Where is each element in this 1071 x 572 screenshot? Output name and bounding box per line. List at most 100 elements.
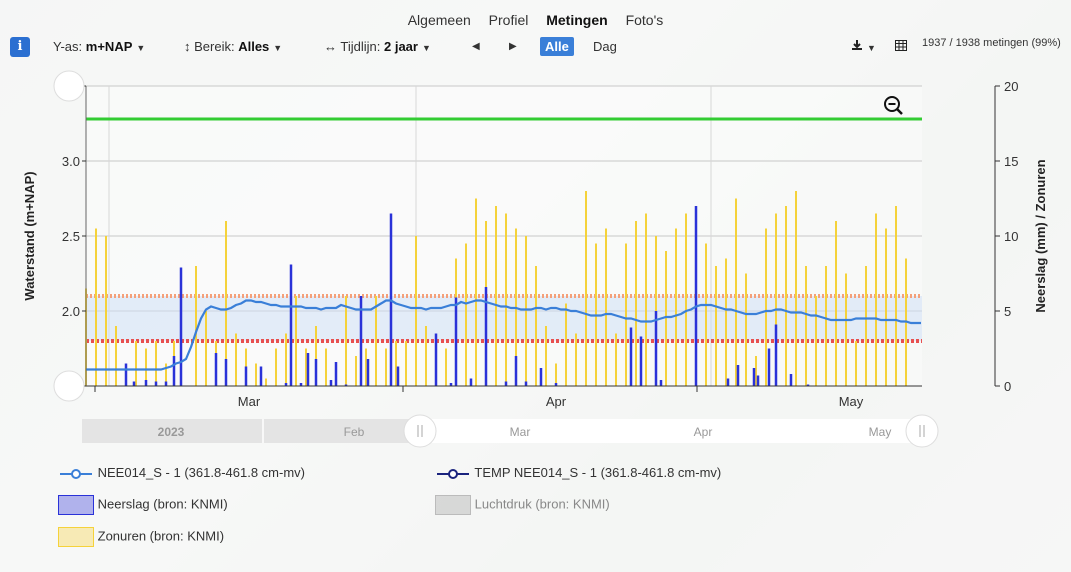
- y-tick-label-right: 20: [1004, 79, 1018, 94]
- zonuren-bar: [415, 236, 417, 386]
- caret-down-icon: ▼: [421, 43, 431, 53]
- vertical-arrows-icon: ↕: [184, 39, 191, 54]
- neerslag-bar: [314, 359, 318, 386]
- neerslag-bar: [244, 366, 248, 386]
- yaxis-selector[interactable]: Y-as: m+NAP ▼: [53, 39, 145, 54]
- navigator-handle-left[interactable]: [403, 414, 437, 448]
- next-button[interactable]: ▶: [509, 41, 517, 52]
- zonuren-bar: [635, 221, 637, 386]
- neerslag-bar: [752, 368, 756, 386]
- zonuren-bar: [685, 213, 687, 386]
- legend-item-zonuren[interactable]: Zonuren (bron: KNMI): [58, 527, 224, 547]
- y-bottom-handle[interactable]: [53, 370, 85, 402]
- measurement-count: 1937 / 1938 metingen (99%): [922, 37, 1061, 49]
- timeline-value: 2 jaar: [384, 39, 418, 54]
- y-tick-label-right: 10: [1004, 229, 1018, 244]
- caret-down-icon: ▼: [136, 43, 146, 53]
- timeline-label: Tijdlijn:: [340, 39, 381, 54]
- legend-label: TEMP NEE014_S - 1 (361.8-461.8 cm-mv): [474, 465, 722, 480]
- neerslag-bar: [289, 264, 293, 386]
- dag-button[interactable]: Dag: [593, 39, 617, 54]
- neerslag-bar: [504, 381, 508, 386]
- zonuren-bar: [195, 266, 197, 386]
- download-button[interactable]: ▼: [851, 39, 876, 54]
- zonuren-bar: [815, 296, 817, 386]
- neerslag-bar: [124, 363, 128, 386]
- zonuren-bar: [425, 326, 427, 386]
- y-tick-label-left: 3.0: [62, 154, 80, 169]
- zonuren-bar: [885, 228, 887, 386]
- tab-profiel[interactable]: Profiel: [489, 12, 529, 28]
- neerslag-bar: [767, 348, 771, 386]
- x-tick-label: Apr: [546, 394, 567, 409]
- zonuren-bar: [725, 258, 727, 386]
- tab-fotos[interactable]: Foto's: [626, 12, 664, 28]
- legend-item-waterstand[interactable]: NEE014_S - 1 (361.8-461.8 cm-mv): [58, 465, 305, 480]
- y-axis-right-label: Neerslag (mm) / Zonuren: [1033, 159, 1048, 312]
- chart-svg: 1.52.02.53.03.505101520MarAprMay 2023Feb…: [22, 70, 1048, 448]
- prev-button[interactable]: ◀: [472, 41, 480, 52]
- zonuren-bar: [875, 213, 877, 386]
- zonuren-bar: [395, 341, 397, 386]
- y-tick-label-left: 2.5: [62, 229, 80, 244]
- neerslag-bar: [329, 380, 333, 386]
- neerslag-bar: [306, 353, 310, 386]
- alle-button[interactable]: Alle: [540, 37, 574, 56]
- zonuren-bar: [235, 333, 237, 386]
- table-button[interactable]: [895, 39, 907, 54]
- zonuren-bar: [385, 348, 387, 386]
- zonuren-bar: [505, 213, 507, 386]
- tab-metingen[interactable]: Metingen: [546, 12, 607, 28]
- zonuren-bar: [675, 228, 677, 386]
- y-top-handle[interactable]: [53, 70, 85, 102]
- info-icon[interactable]: i: [10, 37, 30, 57]
- zonuren-bar: [135, 341, 137, 386]
- y-tick-label-right: 0: [1004, 379, 1011, 394]
- zonuren-bar: [745, 273, 747, 386]
- zonuren-bar: [735, 198, 737, 386]
- zonuren-bar: [855, 341, 857, 386]
- zonuren-bar: [285, 333, 287, 386]
- neerslag-bar: [736, 365, 740, 386]
- neerslag-bar: [629, 327, 633, 386]
- y-axis-left-label: Waterstand (m+NAP): [22, 171, 37, 300]
- legend-label: Zonuren (bron: KNMI): [97, 528, 225, 544]
- tab-algemeen[interactable]: Algemeen: [408, 12, 471, 28]
- zonuren-bar: [205, 311, 207, 386]
- zonuren-bar: [825, 266, 827, 386]
- navigator: 2023 Feb Mar Apr May: [82, 414, 939, 448]
- y-tick-label-right: 5: [1004, 304, 1011, 319]
- zonuren-bar: [545, 326, 547, 386]
- zonuren-bar: [305, 348, 307, 386]
- zonuren-bar: [835, 221, 837, 386]
- zonuren-bar: [365, 348, 367, 386]
- chart-toolbar: i Y-as: m+NAP ▼ ↕ Bereik: Alles ▼ ↔ Tijdli…: [0, 36, 1071, 58]
- range-label: Bereik:: [194, 39, 235, 54]
- range-selector[interactable]: ↕ Bereik: Alles ▼: [184, 39, 282, 54]
- neerslag-bar: [179, 267, 183, 386]
- zonuren-bar: [605, 228, 607, 386]
- zonuren-bar: [325, 348, 327, 386]
- navigator-label: May: [869, 425, 892, 439]
- zonuren-bar: [535, 266, 537, 386]
- caret-down-icon: ▼: [867, 43, 876, 53]
- tab-bar: Algemeen Profiel Metingen Foto's: [0, 12, 1071, 28]
- navigator-selection[interactable]: [420, 419, 922, 443]
- neerslag-bar: [524, 381, 528, 386]
- zonuren-bar: [465, 243, 467, 386]
- zonuren-bar: [755, 356, 757, 386]
- navigator-handle-right[interactable]: [905, 414, 939, 448]
- neerslag-bar: [366, 359, 370, 386]
- legend-swatch: [58, 495, 94, 515]
- legend-item-neerslag[interactable]: Neerslag (bron: KNMI): [58, 495, 228, 515]
- caret-down-icon: ▼: [273, 43, 283, 53]
- legend-swatch: [435, 495, 471, 515]
- zonuren-bar: [705, 243, 707, 386]
- legend-item-luchtdruk[interactable]: Luchtdruk (bron: KNMI): [435, 495, 610, 515]
- neerslag-bar: [396, 366, 400, 386]
- legend-item-temp[interactable]: TEMP NEE014_S - 1 (361.8-461.8 cm-mv): [435, 465, 721, 480]
- timeline-selector[interactable]: ↔ Tijdlijn: 2 jaar ▼: [324, 39, 431, 54]
- yaxis-value: m+NAP: [85, 39, 133, 54]
- zonuren-bar: [615, 333, 617, 386]
- zonuren-bar: [565, 303, 567, 386]
